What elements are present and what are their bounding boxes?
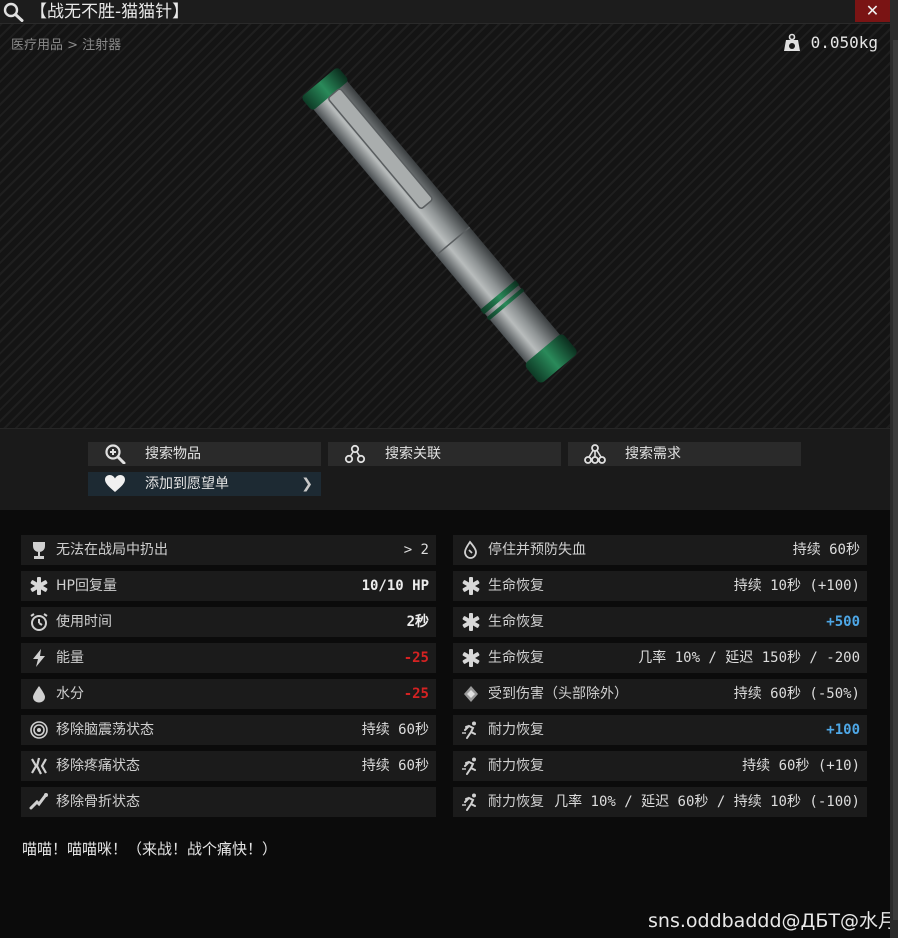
stat-row: 移除骨折状态 [21, 787, 436, 817]
stat-row: 停住并预防失血 持续 60秒 [453, 535, 867, 565]
stat-label: 移除疼痛状态 [56, 758, 140, 774]
stat-row: 生命恢复 +500 [453, 607, 867, 637]
stat-label: 耐力恢复 [488, 794, 544, 810]
stat-value: 持续 60秒 [361, 758, 429, 774]
stat-value: 持续 60秒 [361, 722, 429, 738]
stat-value: 几率 10% / 延迟 60秒 / 持续 10秒 (-100) [554, 794, 860, 810]
stamina-icon [462, 721, 476, 739]
medical-cross-icon [30, 577, 48, 595]
search-icon [3, 2, 24, 22]
heart-icon [105, 475, 125, 492]
stat-row: 能量 -25 [21, 643, 436, 673]
search-related-label: 搜索关联 [385, 446, 441, 462]
add-to-wishlist-label: 添加到愿望单 [145, 476, 229, 492]
stat-row: 移除疼痛状态 持续 60秒 [21, 751, 436, 781]
stat-label: 移除骨折状态 [56, 794, 140, 810]
stat-value: 持续 10秒 (+100) [733, 578, 860, 594]
stat-row: 耐力恢复 持续 60秒 (+10) [453, 751, 867, 781]
bleeding-icon [464, 540, 477, 559]
stat-value: +500 [826, 614, 860, 630]
stat-label: 受到伤害（头部除外） [488, 686, 628, 702]
item-stats: 无法在战局中扔出 > 2 HP回复量 10/10 HP 使用时间 2秒 能量 -… [0, 510, 890, 938]
stat-row: 耐力恢复 +100 [453, 715, 867, 745]
stat-row: 耐力恢复 几率 10% / 延迟 60秒 / 持续 10秒 (-100) [453, 787, 867, 817]
stat-label: HP回复量 [56, 578, 117, 594]
stamina-icon [462, 793, 476, 811]
stat-value: +100 [826, 722, 860, 738]
stat-row: 受到伤害（头部除外） 持续 60秒 (-50%) [453, 679, 867, 709]
item-weight: 0.050kg [810, 33, 878, 52]
stat-value: 2秒 [406, 614, 429, 630]
stat-value: -25 [403, 650, 429, 666]
trophy-icon [33, 542, 45, 559]
stat-label: 生命恢复 [488, 650, 544, 666]
search-items-label: 搜索物品 [145, 446, 201, 462]
pain-icon [31, 757, 47, 775]
lightning-icon [33, 649, 45, 667]
breadcrumb: 医疗用品 > 注射器 [11, 38, 122, 53]
network-icon [344, 444, 366, 464]
search-related-button[interactable]: 搜索关联 [328, 442, 561, 466]
stat-value: 10/10 HP [361, 578, 429, 594]
stat-value: 持续 60秒 (+10) [742, 758, 860, 774]
stat-value: -25 [403, 686, 429, 702]
chevron-right-icon: ❯ [301, 476, 313, 492]
stat-label: 移除脑震荡状态 [56, 722, 154, 738]
search-needs-button[interactable]: 搜索需求 [568, 442, 801, 466]
magnifier-plus-icon [105, 444, 126, 464]
stat-label: 停住并预防失血 [488, 542, 586, 558]
medical-cross-icon [462, 577, 480, 595]
window-title: 【战无不胜-猫猫针】 [30, 2, 190, 22]
stat-value: 持续 60秒 (-50%) [733, 686, 860, 702]
stat-value: > 2 [403, 542, 429, 558]
stat-row: 移除脑震荡状态 持续 60秒 [21, 715, 436, 745]
weight-indicator: 0.050kg [783, 32, 878, 54]
add-to-wishlist-button[interactable]: 添加到愿望单 ❯ [88, 472, 321, 496]
stat-row: 无法在战局中扔出 > 2 [21, 535, 436, 565]
alarm-clock-icon [30, 613, 48, 631]
stat-label: 使用时间 [56, 614, 112, 630]
concussion-icon [30, 721, 48, 739]
damage-shield-icon [464, 686, 478, 702]
network-tree-icon [584, 444, 606, 464]
stat-label: 生命恢复 [488, 578, 544, 594]
item-image-panel: 医疗用品 > 注射器 0.050kg [0, 24, 890, 428]
watermark: sns.oddbaddd@ДБТ@水月 [648, 910, 897, 932]
stat-label: 水分 [56, 686, 84, 702]
stat-row: 生命恢复 持续 10秒 (+100) [453, 571, 867, 601]
medical-cross-icon [462, 613, 480, 631]
stat-row: 水分 -25 [21, 679, 436, 709]
stat-label: 无法在战局中扔出 [56, 542, 168, 558]
water-drop-icon [33, 686, 45, 703]
medical-cross-icon [462, 649, 480, 667]
item-description: 喵喵！喵喵咪！（来战！战个痛快！） [22, 840, 278, 858]
syringe-injector-image [302, 68, 577, 383]
stat-label: 耐力恢复 [488, 722, 544, 738]
search-items-button[interactable]: 搜索物品 [88, 442, 321, 466]
close-button[interactable]: ✕ [855, 0, 890, 22]
action-area: 搜索物品 搜索关联 搜索需求 添加到愿望单 ❯ [0, 428, 890, 510]
search-needs-label: 搜索需求 [625, 446, 681, 462]
stat-label: 能量 [56, 650, 84, 666]
stat-row: 生命恢复 几率 10% / 延迟 150秒 / -200 [453, 643, 867, 673]
fracture-icon [29, 793, 48, 810]
stamina-icon [462, 757, 476, 775]
stat-row: 使用时间 2秒 [21, 607, 436, 637]
stat-label: 耐力恢复 [488, 758, 544, 774]
stat-label: 生命恢复 [488, 614, 544, 630]
stat-value: 持续 60秒 [792, 542, 860, 558]
background-window-strip [893, 40, 898, 920]
title-bar[interactable]: 【战无不胜-猫猫针】 ✕ [0, 0, 890, 24]
item-inspect-window: 【战无不胜-猫猫针】 ✕ 医疗用品 > 注射器 0.050kg 搜索物品 搜索关… [0, 0, 897, 938]
weight-icon [784, 33, 801, 51]
stat-row: HP回复量 10/10 HP [21, 571, 436, 601]
stat-value: 几率 10% / 延迟 150秒 / -200 [638, 650, 860, 666]
